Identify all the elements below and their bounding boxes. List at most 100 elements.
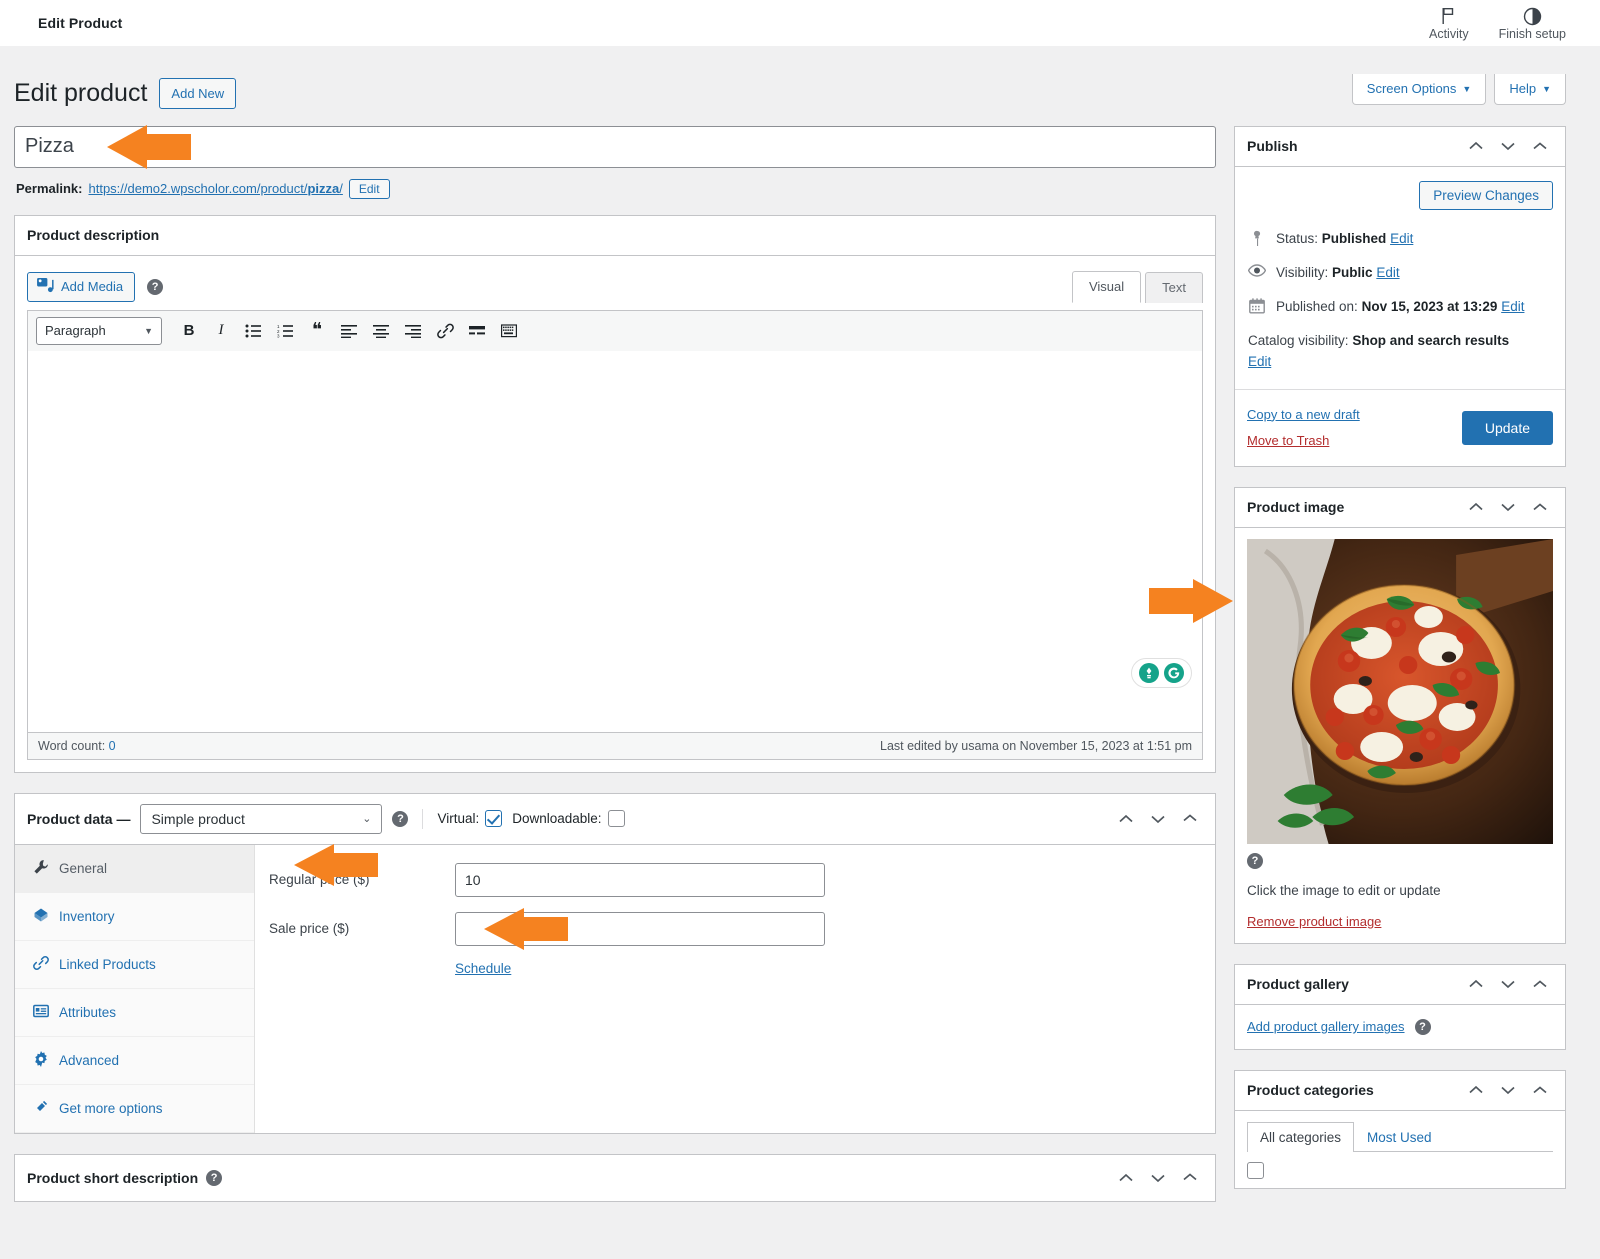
tab-inventory[interactable]: Inventory	[15, 893, 254, 941]
align-left-icon[interactable]	[334, 317, 364, 345]
progress-circle-icon	[1523, 6, 1542, 26]
toggle-panel-icon[interactable]	[1177, 1165, 1203, 1191]
product-data-general-panel: Regular price ($) Sale price ($) Schedul…	[255, 845, 1215, 1133]
editor-toolbar: Paragraph ▼ B I 123 ❝	[27, 309, 1203, 351]
flag-icon	[1440, 6, 1457, 26]
activity-button[interactable]: Activity	[1429, 6, 1469, 46]
product-data-help-icon[interactable]: ?	[392, 810, 409, 827]
insert-link-icon[interactable]	[430, 317, 460, 345]
suggestion-bulb-icon[interactable]	[1138, 662, 1160, 684]
move-to-trash-link[interactable]: Move to Trash	[1247, 428, 1360, 454]
published-label: Published on:	[1276, 299, 1358, 314]
tab-most-used[interactable]: Most Used	[1354, 1122, 1445, 1152]
sale-price-label: Sale price ($)	[269, 921, 350, 936]
move-up-icon[interactable]	[1463, 1077, 1489, 1103]
admin-bar-title: Edit Product	[38, 15, 123, 31]
product-gallery-box: Product gallery Add product gallery imag…	[1234, 963, 1566, 1050]
product-categories-box: Product categories All categories Most U…	[1234, 1069, 1566, 1189]
move-down-icon[interactable]	[1495, 133, 1521, 159]
read-more-icon[interactable]	[462, 317, 492, 345]
edit-catalog-link[interactable]: Edit	[1248, 354, 1271, 369]
numbered-list-icon[interactable]: 123	[270, 317, 300, 345]
toggle-panel-icon[interactable]	[1527, 1077, 1553, 1103]
bold-icon[interactable]: B	[174, 317, 204, 345]
tab-advanced[interactable]: Advanced	[15, 1037, 254, 1085]
move-down-icon[interactable]	[1145, 1165, 1171, 1191]
align-center-icon[interactable]	[366, 317, 396, 345]
move-up-icon[interactable]	[1113, 806, 1139, 832]
align-right-icon[interactable]	[398, 317, 428, 345]
edit-visibility-link[interactable]: Edit	[1376, 265, 1399, 280]
finish-setup-button[interactable]: Finish setup	[1499, 6, 1566, 46]
update-button[interactable]: Update	[1461, 410, 1553, 445]
toolbar-toggle-icon[interactable]	[494, 317, 524, 345]
downloadable-checkbox-group[interactable]: Downloadable:	[512, 810, 625, 827]
product-short-description-box: Product short description ?	[14, 1153, 1216, 1202]
catalog-visibility-row: Catalog visibility: Shop and search resu…	[1247, 324, 1553, 379]
tab-general-label: General	[59, 860, 108, 876]
help-button[interactable]: Help ▼	[1494, 74, 1566, 105]
preview-changes-button[interactable]: Preview Changes	[1419, 180, 1553, 210]
tab-visual[interactable]: Visual	[1071, 270, 1142, 303]
toggle-panel-icon[interactable]	[1527, 133, 1553, 159]
grammarly-logo-icon[interactable]	[1163, 662, 1185, 684]
screen-options-button[interactable]: Screen Options ▼	[1351, 74, 1487, 105]
toggle-panel-icon[interactable]	[1527, 971, 1553, 997]
publish-body: Preview Changes Status: Published Edit V…	[1235, 167, 1565, 379]
remove-product-image-link[interactable]: Remove product image	[1247, 914, 1553, 929]
product-data-title: Product data —	[27, 810, 131, 827]
permalink: Permalink: https://demo2.wpscholor.com/p…	[16, 178, 1216, 199]
short-description-help-icon[interactable]: ?	[206, 1169, 223, 1186]
toggle-panel-icon[interactable]	[1527, 494, 1553, 520]
add-media-button[interactable]: Add Media	[27, 271, 136, 302]
grammarly-widget[interactable]	[1131, 657, 1192, 688]
tab-linked-products[interactable]: Linked Products	[15, 941, 254, 989]
downloadable-checkbox[interactable]	[607, 810, 625, 827]
tab-attributes[interactable]: Attributes	[15, 989, 254, 1037]
product-image-help-icon[interactable]: ?	[1247, 852, 1263, 869]
copy-to-new-draft-link[interactable]: Copy to a new draft	[1247, 402, 1360, 428]
move-up-icon[interactable]	[1113, 1165, 1139, 1191]
edit-published-link[interactable]: Edit	[1501, 299, 1524, 314]
add-product-gallery-images-link[interactable]: Add product gallery images	[1247, 1019, 1405, 1034]
move-up-icon[interactable]	[1463, 133, 1489, 159]
italic-icon[interactable]: I	[206, 317, 236, 345]
virtual-checkbox-group[interactable]: Virtual:	[437, 810, 503, 827]
description-help-icon[interactable]: ?	[147, 278, 164, 295]
svg-text:3: 3	[277, 333, 280, 337]
blockquote-icon[interactable]: ❝	[302, 317, 332, 345]
move-down-icon[interactable]	[1145, 806, 1171, 832]
title-field[interactable]	[14, 125, 1216, 168]
move-down-icon[interactable]	[1495, 971, 1521, 997]
list-card-icon	[33, 1003, 49, 1022]
move-down-icon[interactable]	[1495, 494, 1521, 520]
category-checkbox[interactable]	[1247, 1161, 1264, 1179]
edit-permalink-button[interactable]: Edit	[348, 178, 390, 199]
sale-price-input[interactable]	[455, 911, 825, 946]
paragraph-format-select[interactable]: Paragraph ▼	[36, 316, 162, 345]
tab-general[interactable]: General	[15, 844, 254, 893]
product-gallery-help-icon[interactable]: ?	[1414, 1018, 1431, 1035]
schedule-link[interactable]: Schedule	[455, 961, 1201, 976]
toggle-panel-icon[interactable]	[1177, 806, 1203, 832]
edit-status-link[interactable]: Edit	[1390, 231, 1413, 246]
product-type-select[interactable]: Simple product ⌄	[140, 803, 383, 834]
move-up-icon[interactable]	[1463, 494, 1489, 520]
editor-content-area[interactable]	[27, 350, 1203, 733]
move-down-icon[interactable]	[1495, 1077, 1521, 1103]
bulleted-list-icon[interactable]	[238, 317, 268, 345]
product-image-thumbnail[interactable]	[1247, 538, 1553, 844]
product-gallery-header: Product gallery	[1235, 965, 1565, 1005]
status-label: Status:	[1276, 230, 1319, 246]
virtual-checkbox[interactable]	[485, 810, 503, 827]
permalink-link[interactable]: https://demo2.wpscholor.com/product/pizz…	[88, 181, 342, 196]
tab-all-categories[interactable]: All categories	[1247, 1121, 1355, 1152]
word-count-value: 0	[108, 738, 116, 753]
regular-price-input[interactable]	[455, 862, 825, 897]
publish-header: Publish	[1235, 127, 1565, 167]
tab-get-more-options[interactable]: Get more options	[15, 1085, 254, 1133]
tab-text[interactable]: Text	[1145, 271, 1203, 303]
add-new-button[interactable]: Add New	[159, 77, 237, 109]
move-up-icon[interactable]	[1463, 971, 1489, 997]
publish-major-actions: Copy to a new draft Move to Trash Update	[1235, 388, 1565, 466]
